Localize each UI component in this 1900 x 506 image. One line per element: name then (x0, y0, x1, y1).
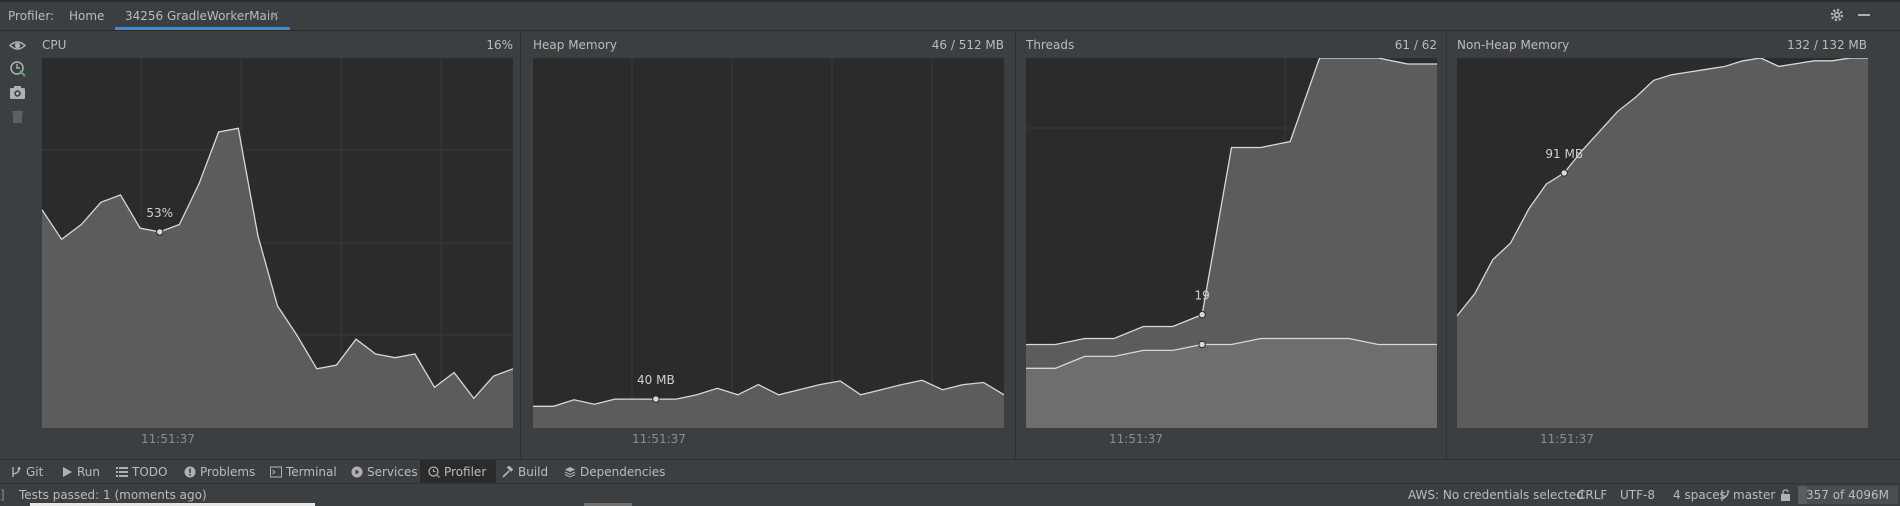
threads-marker-dot-1 (1198, 340, 1206, 349)
threads-chart[interactable]: 19 (1026, 58, 1437, 428)
heap-chart[interactable]: 40 MB (533, 58, 1004, 428)
heap-marker-dot-0 (652, 395, 660, 403)
problems-icon (184, 466, 196, 478)
top-edge (0, 0, 1900, 2)
nonheap-title: Non-Heap Memory (1457, 38, 1570, 52)
nonheap-chart-svg: 91 MB (1457, 58, 1868, 428)
threads-marker-dot-0 (1198, 310, 1206, 319)
cpu-value: 16% (486, 38, 513, 52)
cpu-chart[interactable]: 53% (42, 58, 513, 428)
profiler-icon (428, 466, 440, 478)
toolwindow-git-label: Git (26, 465, 44, 479)
todo-list-icon (116, 467, 128, 477)
delete-icon[interactable] (9, 108, 26, 125)
nonheap-chart[interactable]: 91 MB (1457, 58, 1868, 428)
settings-gear-icon[interactable] (1829, 7, 1845, 23)
cpu-marker-label: 53% (146, 206, 173, 220)
heap-marker-label: 40 MB (637, 373, 675, 387)
aws-credentials-status[interactable]: AWS: No credentials selected (1408, 488, 1584, 502)
nonheap-area-0 (1457, 58, 1868, 428)
profiler-header: Profiler: Home 34256 GradleWorkerMain × (0, 0, 1900, 31)
profiler-toolbar (0, 31, 34, 459)
tool-window-bar: Git Run TODO Problems Terminal Services … (0, 459, 1900, 484)
encoding-status[interactable]: UTF-8 (1620, 488, 1655, 502)
nonheap-marker-dot-0 (1560, 169, 1568, 177)
toolwindow-run[interactable]: Run (61, 460, 100, 484)
toolwindow-todo-label: TODO (132, 465, 168, 479)
toolwindow-terminal-label: Terminal (286, 465, 337, 479)
threads-marker-label: 19 (1195, 289, 1210, 303)
pane-divider (1015, 31, 1016, 459)
toolwindow-build[interactable]: Build (502, 460, 548, 484)
build-hammer-icon (502, 466, 514, 478)
toolwindow-git[interactable]: Git (10, 460, 43, 484)
toolwindow-services-label: Services (367, 465, 418, 479)
close-tab-icon[interactable]: × (270, 8, 280, 22)
indent-status[interactable]: 4 spaces (1673, 488, 1726, 502)
toolwindow-profiler-label: Profiler (444, 465, 487, 479)
nonheap-marker-label: 91 MB (1545, 147, 1583, 161)
heap-time-label: 11:51:37 (632, 432, 686, 446)
heap-chart-svg: 40 MB (533, 58, 1004, 428)
tab-home[interactable]: Home (69, 9, 104, 23)
minimize-icon[interactable] (1858, 14, 1870, 16)
threads-title: Threads (1026, 38, 1075, 52)
lock-icon[interactable] (1780, 489, 1791, 501)
git-branch-status[interactable]: master (1733, 488, 1775, 502)
git-branch-icon (12, 467, 21, 477)
pane-divider (520, 31, 521, 459)
services-icon (351, 466, 363, 478)
profiler-title: Profiler: (8, 9, 55, 23)
toolwindow-todo[interactable]: TODO (116, 460, 167, 484)
status-message[interactable]: Tests passed: 1 (moments ago) (19, 488, 207, 502)
heap-value: 46 / 512 MB (931, 38, 1004, 52)
status-edge-glyph: ] (0, 488, 5, 502)
toolwindow-problems-label: Problems (200, 465, 256, 479)
toolwindow-run-label: Run (77, 465, 101, 479)
cpu-marker-dot-0 (156, 228, 164, 236)
threads-time-label: 11:51:37 (1109, 432, 1163, 446)
terminal-icon (270, 466, 282, 478)
nonheap-time-label: 11:51:37 (1540, 432, 1594, 446)
cpu-chart-svg: 53% (42, 58, 513, 428)
toolwindow-dependencies-label: Dependencies (580, 465, 666, 479)
cpu-area-0 (42, 128, 513, 428)
heap-title: Heap Memory (533, 38, 617, 52)
active-tab-underline (115, 27, 290, 30)
line-separator-status[interactable]: CRLF (1577, 488, 1607, 502)
pane-divider (1446, 31, 1447, 459)
run-icon (63, 467, 72, 477)
capture-snapshot-icon[interactable] (9, 84, 26, 101)
toolwindow-build-label: Build (518, 465, 549, 479)
dependencies-icon (564, 467, 576, 478)
tab-gradle-worker[interactable]: 34256 GradleWorkerMain (125, 9, 278, 23)
toolwindow-problems[interactable]: Problems (184, 460, 255, 484)
nonheap-value: 132 / 132 MB (1787, 38, 1867, 52)
memory-indicator-label: 357 of 4096M (1806, 488, 1889, 502)
memory-indicator[interactable]: 357 of 4096M (1798, 486, 1898, 504)
vcs-branch-icon (1721, 489, 1730, 501)
cpu-time-label: 11:51:37 (141, 432, 195, 446)
threads-chart-svg: 19 (1026, 58, 1437, 428)
toolwindow-dependencies[interactable]: Dependencies (564, 460, 665, 484)
threads-value: 61 / 62 (1394, 38, 1437, 52)
cpu-title: CPU (42, 38, 67, 52)
attach-profiler-icon[interactable] (9, 60, 26, 77)
toolwindow-profiler[interactable]: Profiler (420, 460, 497, 484)
eye-icon[interactable] (9, 37, 26, 54)
heap-area-0 (533, 380, 1004, 428)
toolwindow-terminal[interactable]: Terminal (270, 460, 337, 484)
toolwindow-services[interactable]: Services (351, 460, 418, 484)
